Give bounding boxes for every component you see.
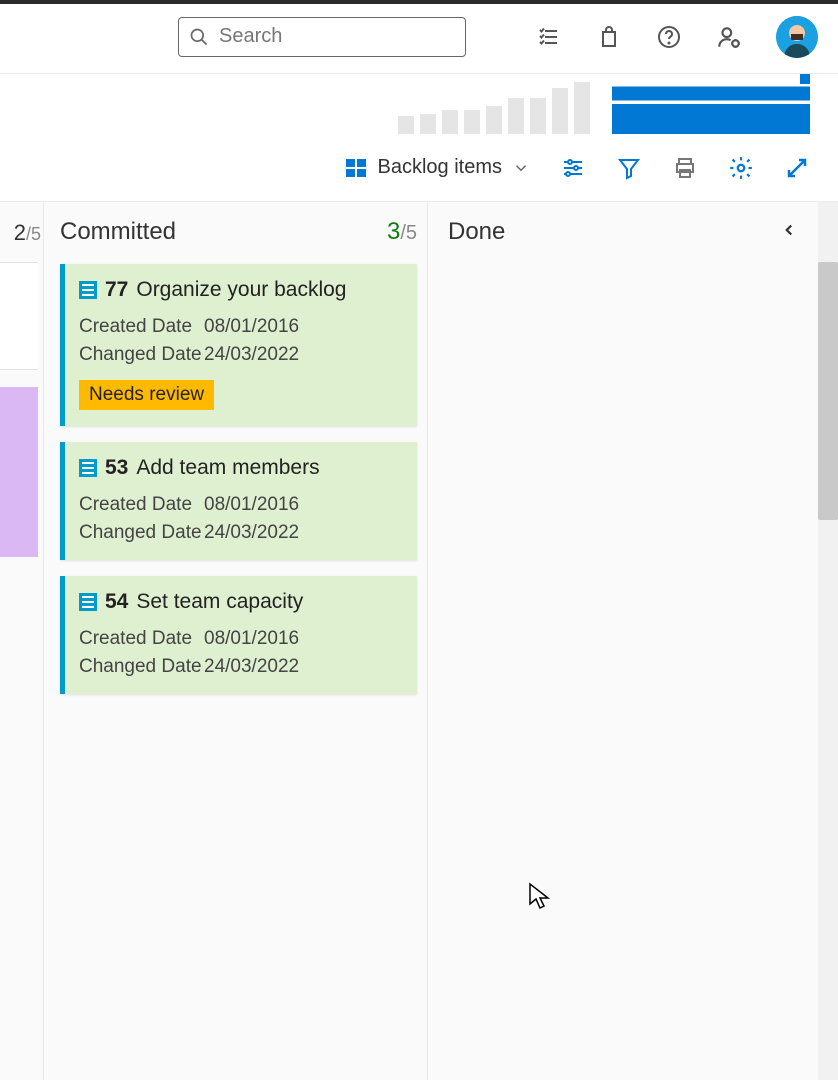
pbi-icon	[79, 593, 97, 611]
settings-sliders-icon[interactable]	[560, 155, 586, 181]
collapse-column-icon[interactable]	[780, 221, 798, 239]
column-count: 3	[387, 218, 400, 245]
kanban-board: 2/5 Committed 3/5 77 Organize your backl…	[0, 202, 838, 1080]
changed-value: 24/03/2022	[204, 344, 401, 366]
committed-column-header[interactable]: Committed 3/5	[60, 202, 417, 264]
user-avatar[interactable]	[776, 16, 818, 58]
card-tag[interactable]: Needs review	[79, 380, 214, 410]
pbi-icon	[79, 459, 97, 477]
backlog-level-selector[interactable]: Backlog items	[344, 156, 531, 180]
top-icon-group	[536, 16, 818, 58]
committed-column: Committed 3/5 77 Organize your backlog C…	[44, 202, 428, 1080]
done-column-header[interactable]: Done	[428, 202, 838, 264]
changed-value: 24/03/2022	[204, 522, 401, 544]
card-stub-purple[interactable]	[0, 387, 38, 557]
created-label: Created Date	[79, 628, 204, 650]
search-box[interactable]	[178, 17, 466, 57]
work-item-id: 77	[105, 278, 128, 302]
created-label: Created Date	[79, 316, 204, 338]
work-item-title: Set team capacity	[136, 590, 303, 614]
chevron-down-icon	[512, 159, 530, 177]
created-value: 08/01/2016	[204, 316, 401, 338]
search-input[interactable]	[219, 25, 484, 48]
user-settings-icon[interactable]	[716, 24, 742, 50]
done-column: Done	[428, 202, 838, 1080]
changed-label: Changed Date	[79, 344, 204, 366]
sparkline-bars	[398, 82, 590, 134]
work-item-card[interactable]: 53 Add team members Created Date 08/01/2…	[60, 442, 417, 560]
card-stub[interactable]	[0, 262, 38, 370]
column-limit: /5	[400, 222, 417, 244]
column-title: Committed	[60, 218, 176, 246]
filter-icon[interactable]	[616, 155, 642, 181]
backlog-icon	[344, 156, 368, 180]
column-title: Done	[448, 218, 505, 246]
help-icon[interactable]	[656, 24, 682, 50]
previous-column-count: 2/5	[14, 220, 41, 246]
work-item-id: 54	[105, 590, 128, 614]
fullscreen-icon[interactable]	[784, 155, 810, 181]
work-item-title: Organize your backlog	[136, 278, 346, 302]
backlog-level-label: Backlog items	[378, 156, 503, 179]
work-item-title: Add team members	[136, 456, 319, 480]
previous-column-sliver: 2/5	[0, 202, 44, 1080]
changed-label: Changed Date	[79, 656, 204, 678]
work-item-id: 53	[105, 456, 128, 480]
chart-strip	[0, 74, 838, 134]
shopping-bag-icon[interactable]	[596, 24, 622, 50]
mouse-cursor-icon	[528, 882, 550, 910]
created-label: Created Date	[79, 494, 204, 516]
search-icon	[189, 27, 209, 47]
list-icon[interactable]	[536, 24, 562, 50]
created-value: 08/01/2016	[204, 494, 401, 516]
work-item-card[interactable]: 77 Organize your backlog Created Date 08…	[60, 264, 417, 426]
scrollbar-thumb[interactable]	[818, 262, 838, 520]
changed-label: Changed Date	[79, 522, 204, 544]
work-item-card[interactable]: 54 Set team capacity Created Date 08/01/…	[60, 576, 417, 694]
pbi-icon	[79, 281, 97, 299]
print-icon[interactable]	[672, 155, 698, 181]
top-bar	[0, 0, 838, 74]
changed-value: 24/03/2022	[204, 656, 401, 678]
board-toolbar: Backlog items	[0, 134, 838, 202]
created-value: 08/01/2016	[204, 628, 401, 650]
gear-icon[interactable]	[728, 155, 754, 181]
cumulative-flow-chart[interactable]	[612, 80, 810, 134]
